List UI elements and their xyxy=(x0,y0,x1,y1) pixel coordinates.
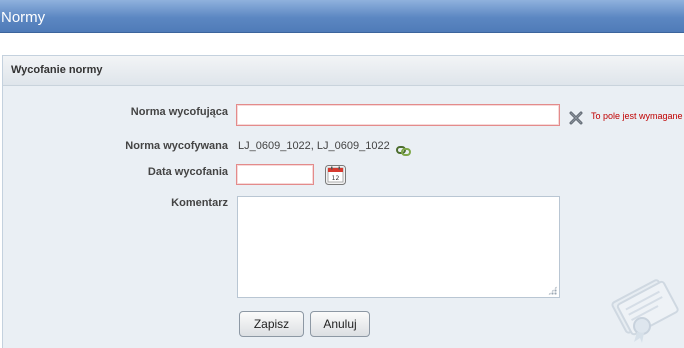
comment-label: Komentarz xyxy=(171,197,228,209)
withdrawn-norm-value: LJ_0609_1022, LJ_0609_1022 xyxy=(238,140,390,152)
withdrawal-date-label: Data wycofania xyxy=(147,166,228,178)
clear-field-icon[interactable] xyxy=(569,110,583,125)
document-ribbon-icon xyxy=(608,274,684,348)
resize-grip-icon[interactable] xyxy=(548,286,557,295)
required-error-text: To pole jest wymagane xyxy=(591,111,683,121)
calendar-icon[interactable]: 12 xyxy=(325,165,346,185)
withdrawal-date-input[interactable] xyxy=(236,164,314,185)
withdrawn-norm-label: Norma wycofywana xyxy=(125,140,228,152)
save-button[interactable]: Zapisz xyxy=(239,311,304,337)
cancel-button[interactable]: Anuluj xyxy=(310,311,370,337)
withdrawing-norm-label: Norma wycofująca xyxy=(130,106,228,118)
window-titlebar: Normy xyxy=(0,0,684,33)
window-title: Normy xyxy=(1,9,46,26)
panel-header: Wycofanie normy xyxy=(3,56,684,86)
withdrawing-norm-input[interactable] xyxy=(236,104,560,126)
panel-title: Wycofanie normy xyxy=(11,64,103,76)
comment-textarea[interactable] xyxy=(237,196,560,298)
calendar-day-text: 12 xyxy=(332,175,340,182)
link-chain-icon[interactable] xyxy=(396,143,412,157)
